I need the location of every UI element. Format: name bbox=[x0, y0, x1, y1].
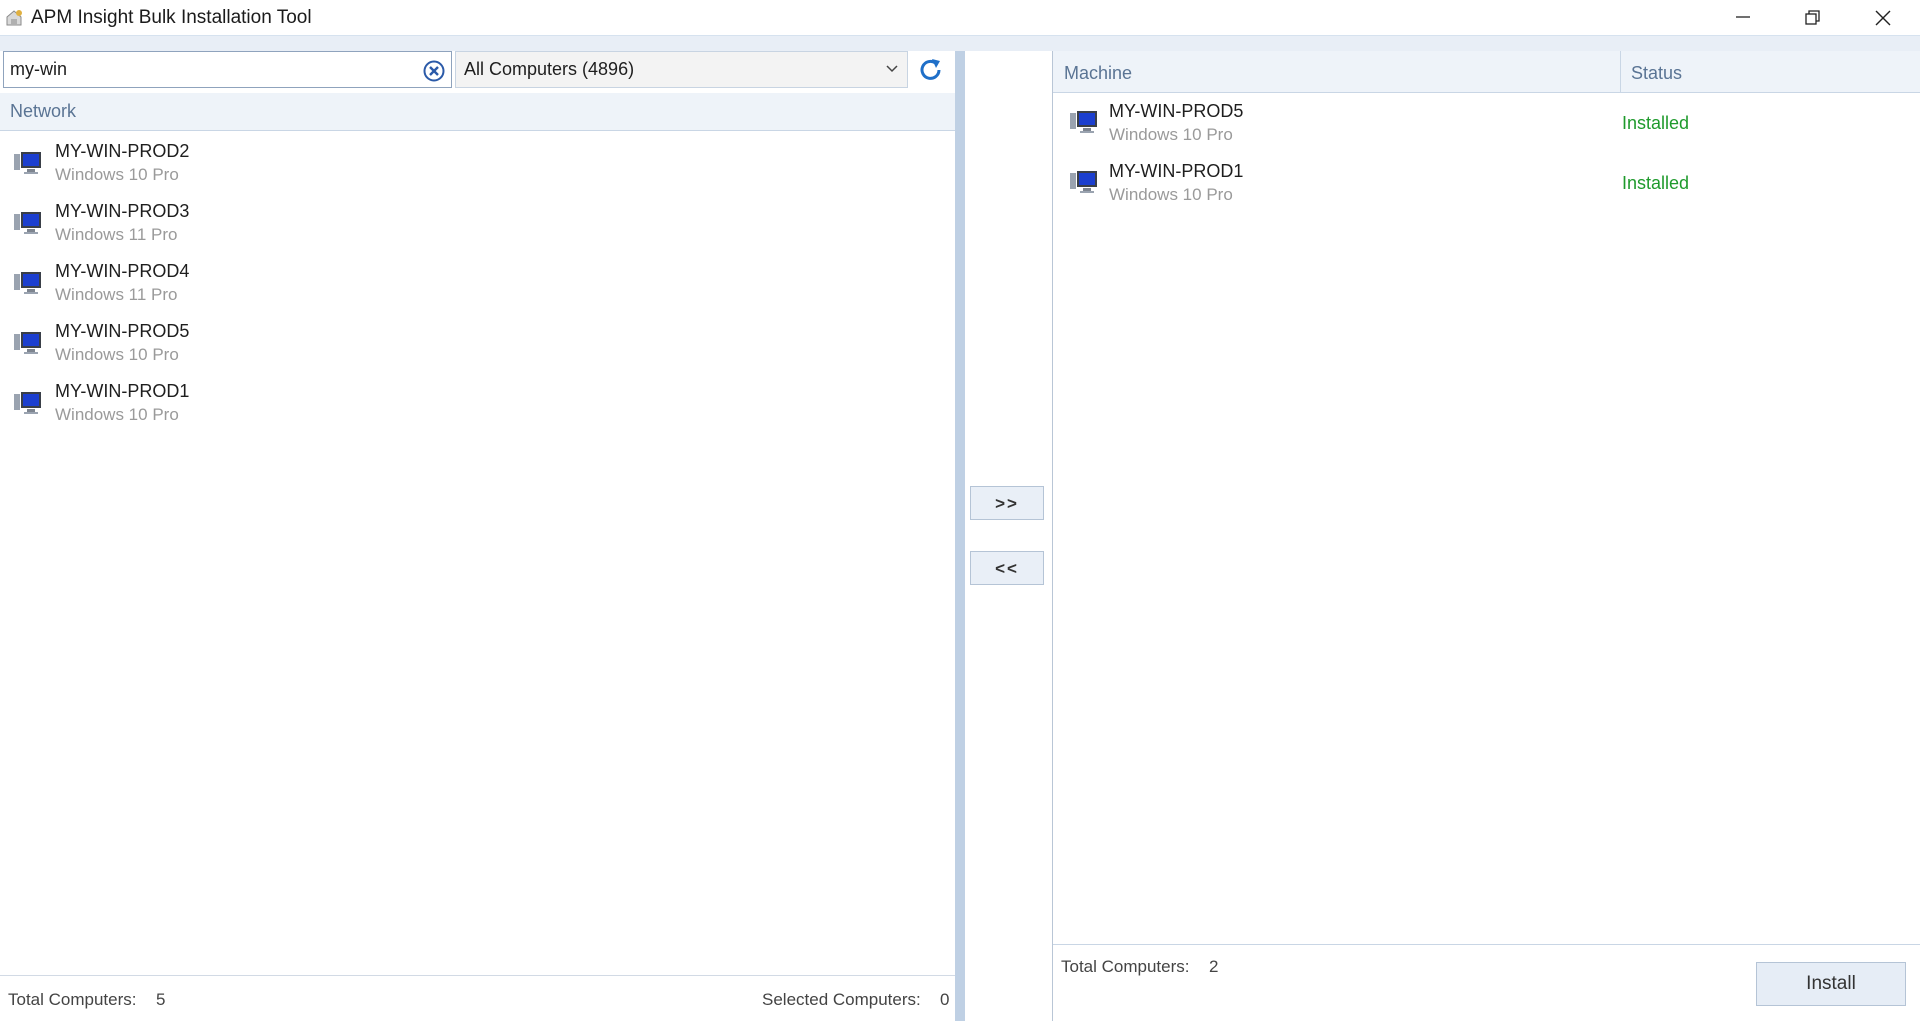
computer-name: MY-WIN-PROD2 bbox=[55, 141, 190, 161]
computer-os: Windows 10 Pro bbox=[55, 165, 179, 184]
selected-computers-value: 0 bbox=[940, 990, 950, 1009]
machine-name: MY-WIN-PROD1 bbox=[1109, 161, 1244, 181]
refresh-icon bbox=[920, 59, 941, 80]
title-bar: APM Insight Bulk Installation Tool bbox=[0, 0, 1920, 35]
clear-search-button[interactable] bbox=[423, 60, 445, 82]
window-title: APM Insight Bulk Installation Tool bbox=[31, 7, 312, 28]
search-input[interactable] bbox=[10, 56, 410, 82]
search-box[interactable] bbox=[3, 51, 452, 88]
network-list-item[interactable]: MY-WIN-PROD1 Windows 10 Pro bbox=[0, 376, 955, 436]
network-panel: All Computers (4896) Network MY-WIN-PROD… bbox=[0, 51, 955, 1021]
remove-selected-button[interactable]: << bbox=[970, 551, 1044, 585]
computer-os: Windows 11 Pro bbox=[55, 285, 178, 304]
clear-icon bbox=[423, 60, 445, 82]
table-row[interactable]: MY-WIN-PROD1 Windows 10 Pro Installed bbox=[1053, 155, 1920, 215]
add-selected-button[interactable]: >> bbox=[970, 486, 1044, 520]
computer-icon bbox=[14, 332, 42, 361]
computer-icon bbox=[1070, 171, 1098, 200]
total-selected-value: 2 bbox=[1209, 957, 1219, 976]
transfer-panel: >> << bbox=[965, 51, 1052, 1021]
minimize-button[interactable] bbox=[1708, 0, 1778, 35]
restore-icon bbox=[1805, 10, 1820, 25]
column-header-machine[interactable]: Machine bbox=[1064, 63, 1132, 84]
computer-os: Windows 10 Pro bbox=[55, 345, 179, 364]
computer-name: MY-WIN-PROD1 bbox=[55, 381, 190, 401]
restore-button[interactable] bbox=[1778, 0, 1848, 35]
total-computers-label: Total Computers: bbox=[8, 990, 137, 1009]
column-divider[interactable] bbox=[1620, 51, 1621, 93]
network-list-item[interactable]: MY-WIN-PROD5 Windows 10 Pro bbox=[0, 316, 955, 376]
network-list: MY-WIN-PROD2 Windows 10 Pro MY-WIN-PROD3… bbox=[0, 136, 955, 436]
selected-machines-list: MY-WIN-PROD5 Windows 10 Pro Installed MY… bbox=[1053, 95, 1920, 215]
total-computers-value: 5 bbox=[156, 990, 166, 1009]
computer-name: MY-WIN-PROD3 bbox=[55, 201, 190, 221]
computer-name: MY-WIN-PROD5 bbox=[55, 321, 190, 341]
network-header-label: Network bbox=[10, 101, 77, 121]
computer-icon bbox=[14, 152, 42, 181]
close-icon bbox=[1875, 10, 1891, 26]
install-button[interactable]: Install bbox=[1756, 962, 1906, 1006]
network-list-item[interactable]: MY-WIN-PROD2 Windows 10 Pro bbox=[0, 136, 955, 196]
network-list-item[interactable]: MY-WIN-PROD3 Windows 11 Pro bbox=[0, 196, 955, 256]
status-label: Installed bbox=[1622, 173, 1690, 193]
machine-name: MY-WIN-PROD5 bbox=[1109, 101, 1244, 121]
machine-os: Windows 10 Pro bbox=[1109, 185, 1233, 204]
status-label: Installed bbox=[1622, 113, 1690, 133]
computer-icon bbox=[14, 212, 42, 241]
grid-header: Machine Status bbox=[1053, 51, 1920, 93]
computer-name: MY-WIN-PROD4 bbox=[55, 261, 190, 281]
network-header: Network bbox=[0, 93, 955, 131]
chevron-down-icon bbox=[886, 65, 898, 73]
table-row[interactable]: MY-WIN-PROD5 Windows 10 Pro Installed bbox=[1053, 95, 1920, 155]
filter-selected-value: All Computers (4896) bbox=[464, 59, 635, 79]
total-selected-label: Total Computers: bbox=[1061, 957, 1190, 976]
network-list-item[interactable]: MY-WIN-PROD4 Windows 11 Pro bbox=[0, 256, 955, 316]
column-header-status[interactable]: Status bbox=[1631, 63, 1682, 84]
network-footer: Total Computers: 5 Selected Computers: 0 bbox=[0, 975, 955, 1021]
app-icon bbox=[4, 8, 24, 28]
computer-icon bbox=[14, 392, 42, 421]
computer-icon bbox=[1070, 111, 1098, 140]
computer-icon bbox=[14, 272, 42, 301]
panel-splitter[interactable] bbox=[955, 51, 965, 1021]
selected-footer: Total Computers: 2 Install bbox=[1053, 944, 1920, 1021]
refresh-button[interactable] bbox=[916, 55, 948, 85]
computer-os: Windows 10 Pro bbox=[55, 405, 179, 424]
minimize-icon bbox=[1736, 16, 1750, 18]
menu-strip bbox=[0, 35, 1920, 51]
close-button[interactable] bbox=[1848, 0, 1918, 35]
computer-os: Windows 11 Pro bbox=[55, 225, 178, 244]
computer-filter-dropdown[interactable]: All Computers (4896) bbox=[455, 51, 908, 88]
selected-computers-label: Selected Computers: bbox=[762, 990, 921, 1009]
machine-os: Windows 10 Pro bbox=[1109, 125, 1233, 144]
selected-machines-panel: Machine Status MY-WIN-PROD5 Windows 10 P… bbox=[1052, 51, 1920, 1021]
